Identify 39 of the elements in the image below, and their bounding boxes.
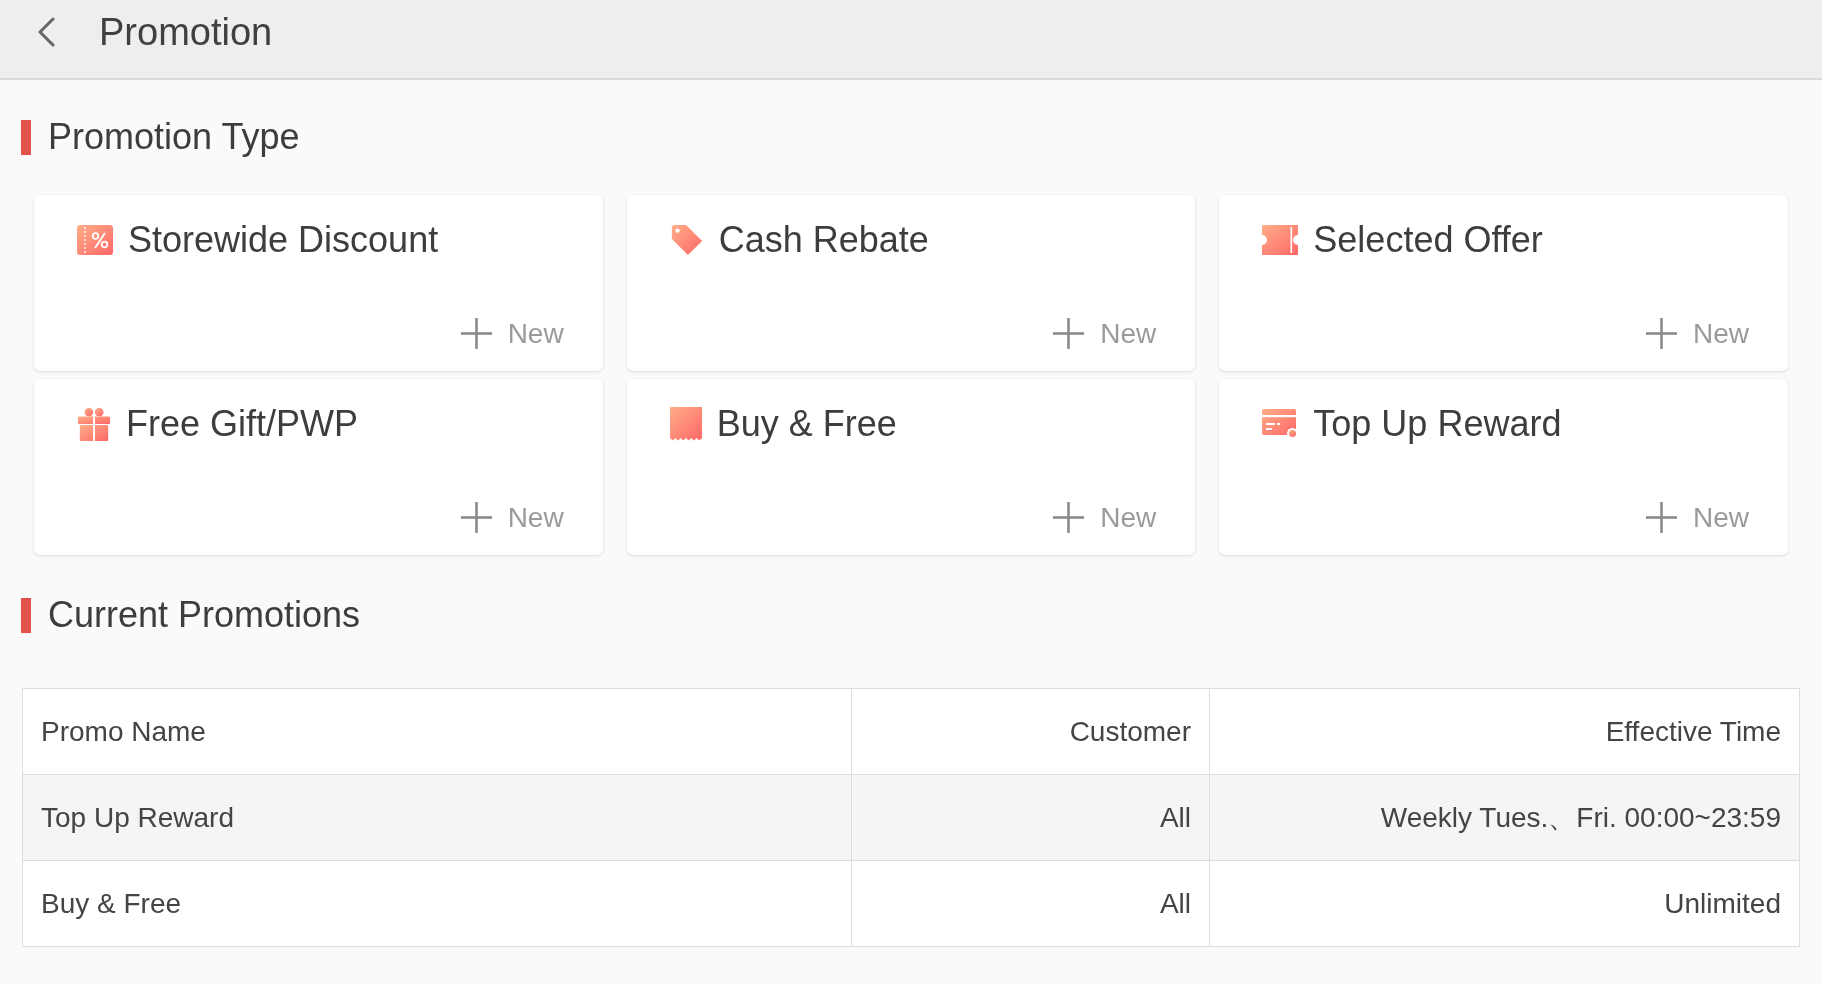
new-button[interactable]: New <box>460 502 564 533</box>
new-button[interactable]: New <box>1646 502 1749 533</box>
table-cell: Buy & Free <box>23 861 852 947</box>
card-title: Free Gift/PWP <box>126 406 359 442</box>
credit-card-icon <box>1262 409 1299 439</box>
page-title: Promotion <box>99 13 273 51</box>
accent-bar-icon <box>21 597 31 633</box>
ticket-icon <box>1262 225 1299 255</box>
table-cell: Unlimited <box>1210 861 1800 947</box>
column-header: Effective Time <box>1210 689 1800 775</box>
receipt-icon <box>669 407 702 441</box>
new-button[interactable]: New <box>1053 318 1157 349</box>
new-button[interactable]: New <box>1646 318 1749 349</box>
plus-icon <box>1646 318 1677 349</box>
card-title: Storewide Discount <box>128 222 439 258</box>
section-heading: Promotion Type <box>48 119 300 155</box>
table-cell: All <box>852 861 1210 947</box>
card-title: Selected Offer <box>1313 222 1543 258</box>
new-button[interactable]: New <box>1053 502 1157 533</box>
plus-icon <box>1646 502 1677 533</box>
card-title: Top Up Reward <box>1313 406 1562 442</box>
plus-icon <box>1053 318 1085 349</box>
plus-icon <box>460 502 492 533</box>
table-cell: Top Up Reward <box>23 775 852 861</box>
percent-ticket-icon <box>77 225 113 255</box>
card-title: Cash Rebate <box>718 222 929 258</box>
gift-icon <box>77 407 111 441</box>
table-cell: All <box>852 775 1210 861</box>
table-cell: Weekly Tues.、Fri. 00:00~23:59 <box>1210 775 1800 861</box>
card-title: Buy & Free <box>716 406 897 442</box>
plus-icon <box>460 318 492 349</box>
plus-icon <box>1053 502 1085 533</box>
column-header: Promo Name <box>23 689 852 775</box>
new-button[interactable]: New <box>460 318 564 349</box>
accent-bar-icon <box>21 119 31 155</box>
price-tag-icon <box>669 223 704 257</box>
section-heading: Current Promotions <box>48 597 361 633</box>
chevron-left-icon <box>36 17 56 47</box>
column-header: Customer <box>852 689 1210 775</box>
